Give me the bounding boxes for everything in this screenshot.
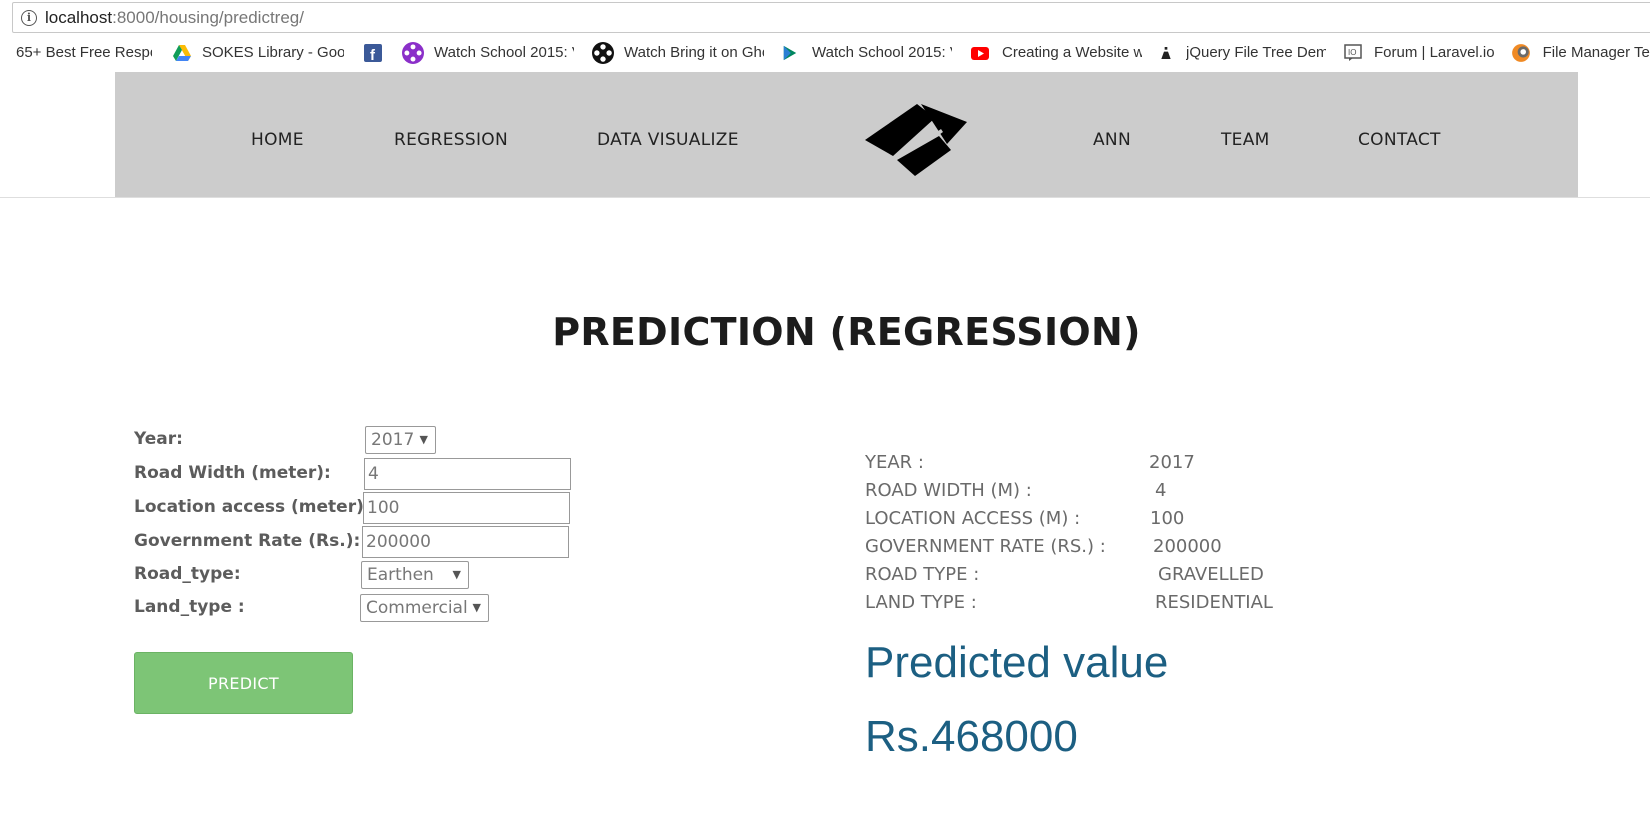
bookmark-item[interactable]: 65+ Best Free Respor bbox=[0, 44, 152, 62]
nav-home[interactable]: HOME bbox=[251, 130, 304, 150]
file-manager-icon bbox=[1511, 43, 1530, 62]
government-rate-input[interactable]: 200000 bbox=[362, 526, 569, 558]
result-label-government-rate: GOVERNMENT RATE (RS.) : bbox=[865, 536, 1106, 557]
bookmark-item[interactable]: IO Forum | Laravel.io bbox=[1344, 43, 1495, 62]
chevron-down-icon: ▼ bbox=[419, 433, 428, 446]
bookmark-item[interactable]: File Manager Temp bbox=[1511, 43, 1650, 63]
facebook-icon: f bbox=[364, 43, 382, 62]
bookmark-label: Watch Bring it on Gho bbox=[624, 44, 764, 61]
predicted-heading: Predicted value bbox=[865, 638, 1169, 687]
bookmark-label: jQuery File Tree Demo bbox=[1186, 44, 1326, 61]
youtube-icon bbox=[971, 46, 989, 60]
land-type-select[interactable]: Commercial ▼ bbox=[360, 594, 489, 622]
road-width-label: Road Width (meter): bbox=[134, 463, 331, 483]
laravel-io-icon: IO bbox=[1344, 43, 1362, 61]
bookmark-label: 65+ Best Free Respor bbox=[16, 44, 152, 61]
bookmark-label: File Manager Temp bbox=[1542, 44, 1650, 61]
bookmark-label: SOKES Library - Goog bbox=[202, 44, 344, 61]
site-logo[interactable] bbox=[865, 104, 967, 176]
bookmark-label: Creating a Website w bbox=[1002, 44, 1142, 61]
result-label-land-type: LAND TYPE : bbox=[865, 592, 977, 613]
result-value-road-type: GRAVELLED bbox=[1158, 564, 1264, 585]
bookmarks-bar: 65+ Best Free Respor SOKES Library - Goo… bbox=[0, 36, 1650, 69]
bookmark-item[interactable]: Watch School 2015: V bbox=[402, 41, 574, 64]
bookmark-item[interactable]: jQuery File Tree Demo bbox=[1160, 44, 1326, 62]
year-select[interactable]: 2017 ▼ bbox=[365, 426, 436, 454]
year-select-value: 2017 bbox=[371, 430, 415, 450]
bookmark-label: Watch School 2015: V bbox=[434, 44, 574, 61]
film-icon bbox=[592, 41, 614, 64]
result-value-location-access: 100 bbox=[1150, 508, 1185, 529]
bookmark-item[interactable]: SOKES Library - Goog bbox=[172, 44, 344, 62]
url-text[interactable]: localhost:8000/housing/predictreg/ bbox=[45, 8, 304, 28]
info-icon[interactable]: i bbox=[21, 9, 37, 26]
result-value-land-type: RESIDENTIAL bbox=[1155, 592, 1273, 613]
film-reel-icon bbox=[402, 41, 424, 64]
road-type-select[interactable]: Earthen ▼ bbox=[361, 561, 469, 589]
bookmark-item[interactable]: Creating a Website w bbox=[970, 44, 1142, 62]
location-access-input[interactable]: 100 bbox=[363, 492, 570, 524]
result-value-road-width: 4 bbox=[1155, 480, 1167, 501]
government-rate-label: Government Rate (Rs.): bbox=[134, 531, 361, 551]
bookmark-item[interactable]: Watch Bring it on Gho bbox=[592, 41, 764, 64]
bookmark-item[interactable]: f bbox=[364, 43, 392, 62]
url-path: :8000/housing/predictreg/ bbox=[112, 7, 304, 27]
road-width-input[interactable]: 4 bbox=[364, 458, 571, 490]
nav-regression[interactable]: REGRESSION bbox=[394, 130, 508, 150]
year-label: Year: bbox=[134, 429, 183, 449]
chevron-down-icon: ▼ bbox=[452, 568, 461, 581]
url-host: localhost bbox=[45, 7, 113, 27]
bookmark-icon bbox=[0, 44, 4, 62]
address-bar[interactable]: i localhost:8000/housing/predictreg/ bbox=[12, 2, 1650, 33]
nav-team[interactable]: TEAM bbox=[1221, 130, 1270, 150]
header: HOME REGRESSION DATA VISUALIZE ANN TEAM … bbox=[0, 72, 1650, 198]
predicted-amount: Rs.468000 bbox=[865, 712, 1078, 761]
result-label-road-width: ROAD WIDTH (M) : bbox=[865, 480, 1032, 501]
result-value-year: 2017 bbox=[1149, 452, 1195, 473]
bookmark-label: Forum | Laravel.io bbox=[1374, 44, 1495, 61]
nav-contact[interactable]: CONTACT bbox=[1358, 130, 1441, 150]
land-type-label: Land_type : bbox=[134, 597, 245, 617]
chevron-down-icon: ▼ bbox=[472, 601, 481, 614]
result-label-location-access: LOCATION ACCESS (M) : bbox=[865, 508, 1081, 529]
result-label-year: YEAR : bbox=[865, 452, 924, 473]
main-nav: HOME REGRESSION DATA VISUALIZE ANN TEAM … bbox=[115, 72, 1578, 197]
predict-button[interactable]: PREDICT bbox=[134, 652, 353, 714]
road-type-select-value: Earthen bbox=[367, 565, 434, 585]
nav-ann[interactable]: ANN bbox=[1093, 130, 1131, 150]
nav-data-visualize[interactable]: DATA VISUALIZE bbox=[597, 130, 739, 150]
google-drive-icon bbox=[173, 44, 191, 61]
result-value-government-rate: 200000 bbox=[1153, 536, 1222, 557]
location-access-label: Location access (meter) : bbox=[134, 497, 377, 517]
page-title: PREDICTION (REGRESSION) bbox=[552, 310, 1141, 354]
svg-text:IO: IO bbox=[1348, 48, 1356, 57]
flask-icon bbox=[1161, 46, 1171, 59]
road-type-label: Road_type: bbox=[134, 564, 241, 584]
bookmark-item[interactable]: Watch School 2015: V bbox=[782, 44, 952, 62]
result-label-road-type: ROAD TYPE : bbox=[865, 564, 980, 585]
land-type-select-value: Commercial bbox=[366, 598, 468, 618]
bookmark-label: Watch School 2015: V bbox=[812, 44, 952, 61]
play-store-icon bbox=[783, 45, 797, 60]
